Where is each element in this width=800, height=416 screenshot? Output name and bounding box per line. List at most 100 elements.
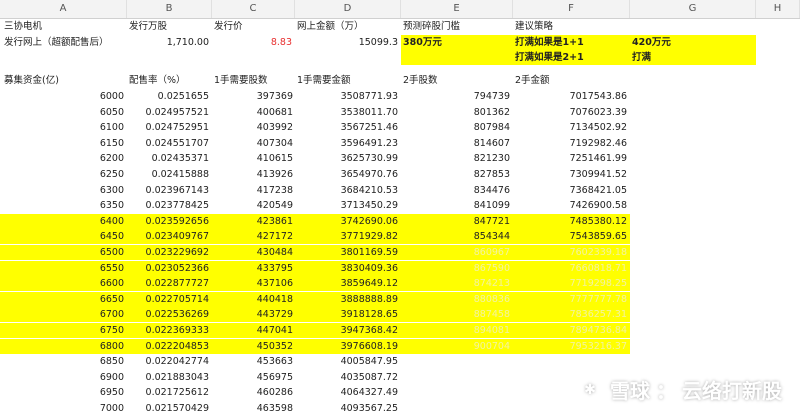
cell-1lot-amount[interactable]: 3742690.06 xyxy=(295,213,401,229)
cell-2lot-amount[interactable]: 7719298.25 xyxy=(513,276,630,292)
cell-2lot-amount[interactable]: 7777777.78 xyxy=(513,291,630,307)
cell-fundraising[interactable]: 6450 xyxy=(0,229,127,245)
cell-1lot-amount[interactable]: 3918128.65 xyxy=(295,307,401,323)
cell-2lot-amount[interactable]: 7426900.58 xyxy=(513,198,630,213)
column-header-d[interactable]: D xyxy=(295,0,401,18)
column-header-g[interactable]: G xyxy=(630,0,756,18)
cell-allotment-rate[interactable]: 0.022877727 xyxy=(127,276,212,292)
cell-fundraising[interactable]: 6650 xyxy=(0,291,127,307)
cell-1lot-amount[interactable]: 3976608.19 xyxy=(295,338,401,354)
cell-allotment-rate[interactable]: 0.021725612 xyxy=(127,385,212,400)
cell-f2[interactable]: 打满如果是1+1 xyxy=(513,35,630,50)
cell-allotment-rate[interactable]: 0.024551707 xyxy=(127,136,212,151)
cell-2lot-shares[interactable]: 860967 xyxy=(401,245,513,260)
cell-1lot-amount[interactable]: 3888888.89 xyxy=(295,291,401,307)
cell-allotment-rate[interactable]: 0.023592656 xyxy=(127,213,212,229)
cell-1lot-amount[interactable]: 3596491.23 xyxy=(295,136,401,151)
cell-1lot-amount[interactable]: 3684210.53 xyxy=(295,183,401,198)
cell-1lot-amount[interactable]: 3538011.70 xyxy=(295,105,401,120)
cell-2lot-amount[interactable]: 7017543.86 xyxy=(513,89,630,104)
cell-1lot-shares[interactable]: 430484 xyxy=(212,245,296,260)
cell-fundraising[interactable]: 6600 xyxy=(0,276,127,292)
cell-fundraising[interactable]: 6550 xyxy=(0,260,127,276)
cell-allotment-rate[interactable]: 0.0251655 xyxy=(127,89,212,104)
cell-allotment-rate[interactable]: 0.023052366 xyxy=(127,260,212,276)
cell-2lot-shares[interactable]: 834476 xyxy=(401,183,513,198)
cell-1lot-amount[interactable]: 3625730.99 xyxy=(295,151,401,166)
cell-1lot-shares[interactable]: 423861 xyxy=(212,213,296,229)
cell-2lot-shares[interactable]: 807984 xyxy=(401,120,513,135)
cell-fundraising[interactable]: 6200 xyxy=(0,151,127,166)
cell-allotment-rate[interactable]: 0.022705714 xyxy=(127,291,212,307)
cell-allotment-rate[interactable]: 0.023967143 xyxy=(127,183,212,198)
cell-b1[interactable]: 发行万股 xyxy=(129,19,212,34)
cell-1lot-shares[interactable]: 400681 xyxy=(212,105,296,120)
cell-allotment-rate[interactable]: 0.022536269 xyxy=(127,307,212,323)
cell-2lot-amount[interactable]: 7660818.71 xyxy=(513,260,630,276)
cell-1lot-shares[interactable]: 407304 xyxy=(212,136,296,151)
cell-allotment-rate[interactable]: 0.023409767 xyxy=(127,229,212,245)
cell-1lot-shares[interactable]: 433795 xyxy=(212,260,296,276)
cell-2lot-shares[interactable]: 801362 xyxy=(401,105,513,120)
cell-1lot-amount[interactable]: 4064327.49 xyxy=(295,385,401,400)
cell-fundraising[interactable]: 6150 xyxy=(0,136,127,151)
cell-2lot-shares[interactable]: 847721 xyxy=(401,213,513,229)
cell-2lot-amount[interactable]: 7309941.52 xyxy=(513,167,630,182)
cell-2lot-shares[interactable]: 874213 xyxy=(401,276,513,292)
cell-2lot-amount[interactable]: 7602339.18 xyxy=(513,245,630,260)
header-1lot-amount[interactable]: 1手需要金额 xyxy=(297,73,401,88)
cell-2lot-amount[interactable]: 7251461.99 xyxy=(513,151,630,166)
cell-c2[interactable]: 8.83 xyxy=(212,35,292,50)
cell-2lot-amount[interactable]: 7134502.92 xyxy=(513,120,630,135)
header-1lot-shares[interactable]: 1手需要股数 xyxy=(214,73,295,88)
cell-1lot-amount[interactable]: 3830409.36 xyxy=(295,260,401,276)
cell-1lot-amount[interactable]: 3654970.76 xyxy=(295,167,401,182)
cell-a2[interactable]: 发行网上（超额配售后） xyxy=(4,35,127,50)
cell-fundraising[interactable]: 6050 xyxy=(0,105,127,120)
cell-1lot-shares[interactable]: 456975 xyxy=(212,370,296,385)
cell-b2[interactable]: 1,710.00 xyxy=(127,35,209,50)
cell-e1[interactable]: 预测碎股门槛 xyxy=(403,19,513,34)
column-header-h[interactable]: H xyxy=(756,0,800,18)
cell-allotment-rate[interactable]: 0.02415888 xyxy=(127,167,212,182)
cell-1lot-amount[interactable]: 3947368.42 xyxy=(295,323,401,338)
cell-2lot-amount[interactable]: 7543859.65 xyxy=(513,229,630,245)
cell-a1[interactable]: 三协电机 xyxy=(4,19,127,34)
cell-fundraising[interactable]: 6100 xyxy=(0,120,127,135)
cell-fundraising[interactable]: 6900 xyxy=(0,370,127,385)
cell-1lot-shares[interactable]: 403992 xyxy=(212,120,296,135)
cell-2lot-amount[interactable]: 7368421.05 xyxy=(513,183,630,198)
cell-2lot-shares[interactable]: 814607 xyxy=(401,136,513,151)
cell-1lot-shares[interactable]: 440418 xyxy=(212,291,296,307)
cell-allotment-rate[interactable]: 0.022042774 xyxy=(127,354,212,369)
cell-c1[interactable]: 发行价 xyxy=(214,19,295,34)
cell-1lot-amount[interactable]: 3508771.93 xyxy=(295,89,401,104)
cell-1lot-amount[interactable]: 3771929.82 xyxy=(295,229,401,245)
cell-1lot-shares[interactable]: 420549 xyxy=(212,198,296,213)
cell-allotment-rate[interactable]: 0.024957521 xyxy=(127,105,212,120)
cell-1lot-amount[interactable]: 3801169.59 xyxy=(295,245,401,260)
cell-allotment-rate[interactable]: 0.024752951 xyxy=(127,120,212,135)
cell-2lot-shares[interactable]: 887458 xyxy=(401,307,513,323)
cell-1lot-shares[interactable]: 453663 xyxy=(212,354,296,369)
cell-e2[interactable]: 380万元 xyxy=(401,35,513,50)
header-allotment-rate[interactable]: 配售率（%） xyxy=(129,73,212,88)
cell-1lot-amount[interactable]: 4005847.95 xyxy=(295,354,401,369)
cell-d2[interactable]: 15099.3 xyxy=(295,35,398,50)
column-header-f[interactable]: F xyxy=(513,0,630,18)
cell-1lot-shares[interactable]: 437106 xyxy=(212,276,296,292)
cell-allotment-rate[interactable]: 0.023778425 xyxy=(127,198,212,213)
cell-fundraising[interactable]: 6400 xyxy=(0,213,127,229)
cell-1lot-shares[interactable]: 410615 xyxy=(212,151,296,166)
cell-2lot-amount[interactable]: 7836257.31 xyxy=(513,307,630,323)
column-header-b[interactable]: B xyxy=(127,0,212,18)
cell-fundraising[interactable]: 6950 xyxy=(0,385,127,400)
cell-g3[interactable]: 打满 xyxy=(630,50,756,65)
cell-2lot-shares[interactable]: 894081 xyxy=(401,323,513,338)
cell-fundraising[interactable]: 6750 xyxy=(0,323,127,338)
cell-2lot-shares[interactable]: 841099 xyxy=(401,198,513,213)
cell-fundraising[interactable]: 6850 xyxy=(0,354,127,369)
cell-2lot-amount[interactable]: 7485380.12 xyxy=(513,213,630,229)
cell-1lot-amount[interactable]: 3859649.12 xyxy=(295,276,401,292)
column-header-a[interactable]: A xyxy=(0,0,127,18)
